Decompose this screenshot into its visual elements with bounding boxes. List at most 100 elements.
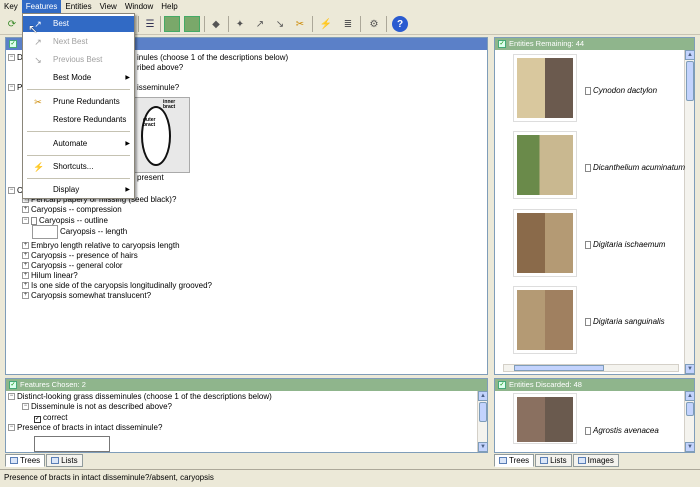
- scroll-up-icon[interactable]: ▲: [478, 391, 488, 401]
- entity-image-agrostis[interactable]: [513, 393, 577, 444]
- scroll-thumb[interactable]: [686, 61, 694, 101]
- discarded-scrollbar[interactable]: ▲ ▼: [684, 391, 695, 452]
- length-input-box[interactable]: [32, 225, 58, 239]
- images-icon: [577, 457, 586, 464]
- entities-hscrollbar[interactable]: [503, 364, 679, 372]
- expand-icon[interactable]: −: [22, 403, 29, 411]
- tag-icon[interactable]: ◆: [208, 16, 224, 32]
- menu-item-best-mode[interactable]: Best Mode ▶: [23, 70, 134, 86]
- scroll-down-icon[interactable]: ▼: [685, 364, 695, 374]
- scissors-icon[interactable]: ✂: [292, 16, 308, 32]
- tree-item-grooved[interactable]: + Is one side of the caryopsis longitudin…: [22, 281, 212, 291]
- toolbar-divider: [360, 16, 361, 32]
- select-all-icon[interactable]: [184, 16, 200, 32]
- tree-item-described-above[interactable]: ribed above?: [137, 63, 183, 73]
- menu-window[interactable]: Window: [121, 0, 157, 13]
- menu-item-next-best[interactable]: ↗ Next Best: [23, 34, 134, 50]
- chosen-item-not-described[interactable]: − Disseminule is not as described above?: [22, 402, 172, 412]
- tree-item-translucent[interactable]: + Caryopsis somewhat translucent?: [22, 291, 151, 301]
- tab-lists-right[interactable]: Lists: [535, 454, 572, 467]
- expand-icon[interactable]: +: [22, 272, 29, 280]
- select-tree-icon[interactable]: [164, 16, 180, 32]
- expand-icon[interactable]: +: [22, 292, 29, 300]
- expand-icon[interactable]: +: [22, 242, 29, 250]
- settings-icon[interactable]: ⚙: [366, 16, 382, 32]
- menu-label: Best: [53, 19, 70, 28]
- menu-item-automate[interactable]: Automate ▶: [23, 136, 134, 152]
- scroll-down-icon[interactable]: ▼: [685, 442, 695, 452]
- menu-item-restore[interactable]: Restore Redundants: [23, 112, 134, 128]
- menu-item-shortcuts[interactable]: ⚡ Shortcuts...: [23, 159, 134, 175]
- entity-item-cynodon[interactable]: Cynodon dactylon: [585, 86, 657, 95]
- chosen-scrollbar[interactable]: ▲ ▼: [477, 391, 488, 452]
- tab-trees-right[interactable]: Trees: [494, 454, 535, 467]
- tree-label: correct: [43, 413, 68, 422]
- chosen-item-distinct[interactable]: − Distinct-looking grass disseminules (ch…: [8, 392, 272, 402]
- tree-item-hairs[interactable]: + Caryopsis -- presence of hairs: [22, 251, 138, 261]
- entity-item-digitaria-sang[interactable]: Digitaria sanguinalis: [585, 317, 665, 326]
- chosen-item-correct[interactable]: ✓ correct: [34, 413, 67, 423]
- menu-item-previous-best[interactable]: ↘ Previous Best: [23, 52, 134, 68]
- tree-item-distinct-grass[interactable]: inules (choose 1 of the descriptions bel…: [137, 53, 288, 63]
- scroll-up-icon[interactable]: ▲: [685, 50, 695, 60]
- chosen-item-bracts[interactable]: − Presence of bracts in intact disseminul…: [8, 423, 162, 433]
- tree-label: present: [137, 173, 164, 182]
- expand-icon[interactable]: +: [22, 282, 29, 290]
- menubar: Key Features Entities View Window Help: [0, 0, 700, 13]
- menu-item-prune[interactable]: ✂ Prune Redundants: [23, 94, 134, 110]
- hscroll-thumb[interactable]: [514, 365, 604, 371]
- scroll-thumb[interactable]: [686, 402, 694, 416]
- tab-lists-left[interactable]: Lists: [46, 454, 83, 467]
- entity-image-cynodon[interactable]: [513, 54, 577, 122]
- bract-illustration[interactable]: outer bract inner bract: [134, 97, 190, 173]
- list-icon[interactable]: ☰: [142, 16, 158, 32]
- entity-item-agrostis[interactable]: Agrostis avenacea: [585, 426, 659, 435]
- title-text: Entities Discarded: 48: [509, 380, 582, 389]
- tree-item-color[interactable]: + Caryopsis -- general color: [22, 261, 123, 271]
- wand-icon[interactable]: ✦: [232, 16, 248, 32]
- menu-view[interactable]: View: [96, 0, 121, 13]
- expand-icon[interactable]: −: [22, 217, 29, 225]
- tree-item-embryo[interactable]: + Embryo length relative to caryopsis len…: [22, 241, 180, 251]
- tab-trees-left[interactable]: Trees: [5, 454, 46, 467]
- expand-icon[interactable]: +: [22, 262, 29, 270]
- tab-images-right[interactable]: Images: [572, 454, 619, 467]
- scroll-thumb[interactable]: [479, 402, 487, 422]
- expand-icon[interactable]: −: [8, 393, 15, 401]
- expand-icon[interactable]: −: [8, 424, 15, 432]
- refresh-icon[interactable]: ⟳: [4, 16, 20, 32]
- expand-icon[interactable]: −: [8, 187, 15, 195]
- tree-item-hilum[interactable]: + Hilum linear?: [22, 271, 78, 281]
- entity-image-digitaria-isch[interactable]: [513, 209, 577, 277]
- scroll-up-icon[interactable]: ▲: [685, 391, 695, 401]
- menu-item-display[interactable]: Display ▶: [23, 182, 134, 198]
- menu-item-best[interactable]: ↗ Best: [23, 16, 134, 32]
- tree-item-bracts[interactable]: isseminule?: [137, 83, 179, 93]
- menu-entities[interactable]: Entities: [61, 0, 95, 13]
- expand-icon[interactable]: −: [8, 54, 15, 62]
- tree-item-compression[interactable]: + Caryopsis -- compression: [22, 205, 122, 215]
- previous-icon[interactable]: ↘: [272, 16, 288, 32]
- list-options-icon[interactable]: ≣: [340, 16, 356, 32]
- tree-item-length[interactable]: Caryopsis -- length: [60, 227, 127, 237]
- expand-icon[interactable]: +: [22, 252, 29, 260]
- entity-image-dicanthelium[interactable]: [513, 131, 577, 199]
- checkbox-icon[interactable]: ✓: [34, 416, 41, 423]
- chosen-image-box[interactable]: [34, 436, 110, 452]
- entities-remaining-title: ✓ Entities Remaining: 44: [495, 38, 694, 50]
- expand-icon[interactable]: −: [8, 84, 15, 92]
- entity-item-dicanthelium[interactable]: Dicanthelium acuminatum: [585, 163, 685, 172]
- scroll-down-icon[interactable]: ▼: [478, 442, 488, 452]
- menu-help[interactable]: Help: [157, 0, 181, 13]
- expand-icon[interactable]: +: [22, 206, 29, 214]
- help-icon[interactable]: ?: [392, 16, 408, 32]
- shortcuts-icon[interactable]: ⚡: [318, 16, 334, 32]
- entity-item-digitaria-isch[interactable]: Digitaria ischaemum: [585, 240, 665, 249]
- tree-item-present[interactable]: present: [137, 173, 164, 183]
- tree-label: inules (choose 1 of the descriptions bel…: [137, 53, 289, 62]
- menu-features[interactable]: Features: [21, 0, 62, 13]
- entities-scrollbar[interactable]: ▲ ▼: [684, 50, 695, 374]
- next-icon[interactable]: ↗: [252, 16, 268, 32]
- entity-image-digitaria-sang[interactable]: [513, 286, 577, 354]
- menu-key[interactable]: Key: [0, 0, 22, 13]
